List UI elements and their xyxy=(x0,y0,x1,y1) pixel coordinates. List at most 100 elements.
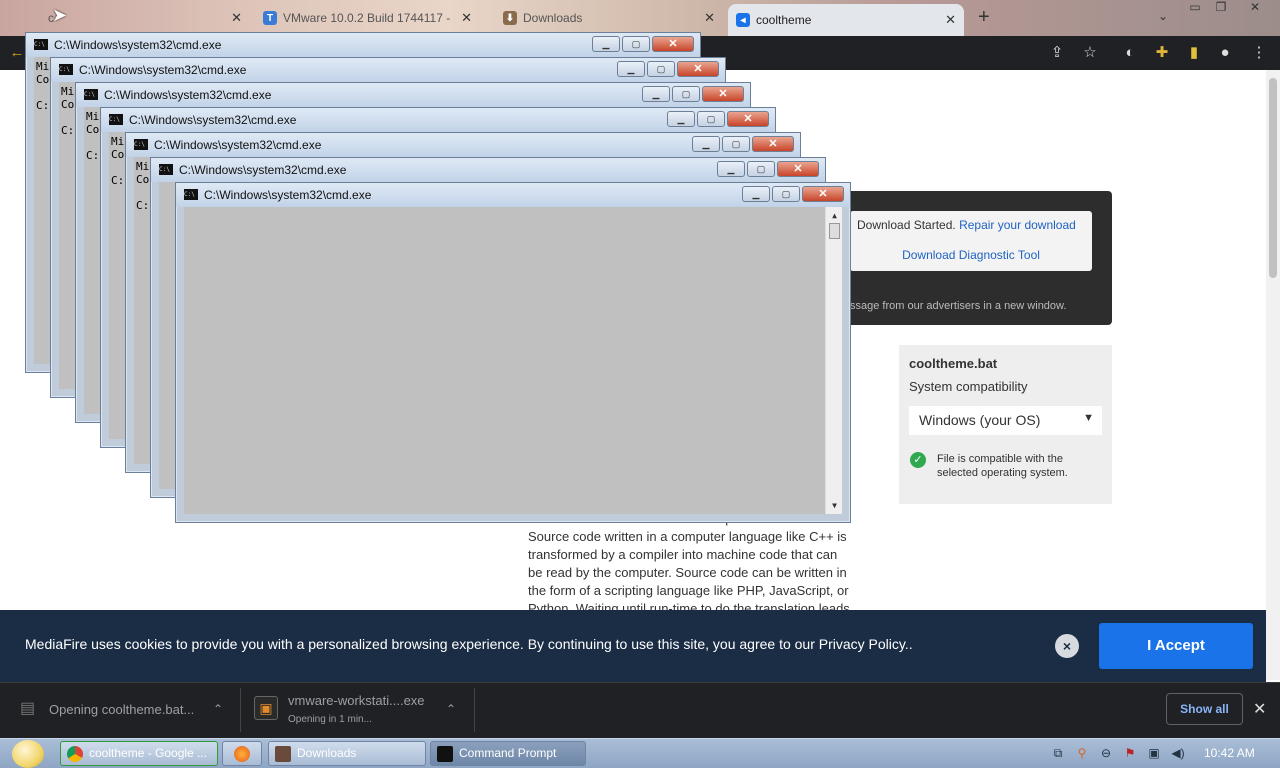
compat-message: File is compatible with the selected ope… xyxy=(937,453,1068,479)
cmd-title: C:\Windows\system32\cmd.exe xyxy=(129,113,297,127)
tab-downloads[interactable]: ⬇ Downloads ✕ xyxy=(495,4,723,32)
close-button[interactable]: ✕ xyxy=(777,161,819,177)
maximize-button[interactable]: ▢ xyxy=(647,61,675,77)
chrome-icon xyxy=(67,746,83,762)
start-orb-icon xyxy=(12,740,44,768)
close-window-icon[interactable]: ✕ xyxy=(1242,0,1268,18)
minimize-button[interactable]: ▁ xyxy=(592,36,620,52)
chevron-up-icon[interactable]: ⌃ xyxy=(213,702,223,716)
taskbar-item-firefox[interactable] xyxy=(222,741,262,766)
restore-window-icon[interactable]: ❐ xyxy=(1208,0,1234,18)
cmd-scrollbar[interactable]: ▲ ▼ xyxy=(825,207,842,514)
cookie-close-button[interactable]: × xyxy=(1055,634,1079,658)
share-icon[interactable]: ⇪ xyxy=(1046,43,1068,63)
tab-label: c xyxy=(48,11,54,25)
shelf-divider xyxy=(474,688,475,732)
close-button[interactable]: ✕ xyxy=(752,136,794,152)
taskbar-item-command-prompt[interactable]: Command Prompt xyxy=(430,741,586,766)
maximize-button[interactable]: ▢ xyxy=(722,136,750,152)
show-all-button[interactable]: Show all xyxy=(1166,693,1243,725)
os-select[interactable]: Windows (your OS) ▼ xyxy=(909,406,1102,435)
accept-cookies-button[interactable]: I Accept xyxy=(1099,623,1253,669)
cookie-text: MediaFire uses cookies to provide you wi… xyxy=(25,636,913,652)
close-tab-icon[interactable]: ✕ xyxy=(461,10,472,26)
minimize-button[interactable]: ▁ xyxy=(742,186,770,202)
minimize-button[interactable]: ▁ xyxy=(667,111,695,127)
repair-download-link[interactable]: Repair your download xyxy=(959,218,1076,232)
close-button[interactable]: ✕ xyxy=(652,36,694,52)
scroll-down-icon[interactable]: ▼ xyxy=(826,499,842,512)
close-tab-icon[interactable]: ✕ xyxy=(945,12,956,28)
tab-vmware[interactable]: T VMware 10.0.2 Build 1744117 - ✕ xyxy=(255,4,480,32)
avatar-icon[interactable]: ● xyxy=(1214,43,1236,63)
cmd-icon: C:\ xyxy=(134,139,148,150)
new-tab-button[interactable]: + xyxy=(978,6,990,29)
minimize-button[interactable]: ▁ xyxy=(617,61,645,77)
cmd-title: C:\Windows\system32\cmd.exe xyxy=(104,88,272,102)
taskbar-item-downloads[interactable]: Downloads xyxy=(268,741,426,766)
cmd-icon: C:\ xyxy=(184,189,198,200)
close-button[interactable]: ✕ xyxy=(727,111,769,127)
close-button[interactable]: ✕ xyxy=(702,86,744,102)
extensions-icon[interactable]: ✚ xyxy=(1151,43,1173,63)
article-line: be read by the computer. Source code can… xyxy=(528,565,847,580)
profile-flag-icon[interactable]: ◐ xyxy=(1119,43,1141,63)
cmd-window[interactable]: C:\ C:\Windows\system32\cmd.exe ▁ ▢ ✕ ▲ ▼ xyxy=(175,182,851,523)
compat-label: System compatibility xyxy=(909,379,1028,394)
volume-icon[interactable]: ◀) xyxy=(1170,745,1186,761)
sidebar-icon[interactable]: ▮ xyxy=(1183,43,1205,63)
tab-label: Downloads xyxy=(523,11,583,25)
close-button[interactable]: ✕ xyxy=(677,61,719,77)
scroll-up-icon[interactable]: ▲ xyxy=(826,209,842,222)
scroll-thumb[interactable] xyxy=(829,223,840,239)
cmd-icon: C:\ xyxy=(84,89,98,100)
star-icon[interactable]: ☆ xyxy=(1079,43,1101,63)
scrollbar-thumb[interactable] xyxy=(1269,78,1277,278)
article-line: the form of a scripting language like PH… xyxy=(528,583,849,598)
page-scrollbar[interactable] xyxy=(1266,70,1280,680)
maximize-button[interactable]: ▢ xyxy=(697,111,725,127)
close-tab-icon[interactable]: ✕ xyxy=(231,10,242,26)
chevron-up-icon[interactable]: ⌃ xyxy=(446,702,456,716)
taskbar-label: cooltheme - Google ... xyxy=(89,746,208,760)
download-item-vmware[interactable]: ▣ vmware-workstati....exe Opening in 1 m… xyxy=(252,690,472,730)
maximize-button[interactable]: ▢ xyxy=(747,161,775,177)
close-tab-icon[interactable]: ✕ xyxy=(704,10,715,26)
advertisers-note: ssage from our advertisers in a new wind… xyxy=(850,300,1067,312)
update-icon[interactable]: ⊖ xyxy=(1098,745,1114,761)
close-shelf-icon[interactable]: ✕ xyxy=(1253,699,1266,719)
action-center-icon[interactable]: ⧉ xyxy=(1050,745,1066,761)
flag-icon[interactable]: ⚑ xyxy=(1122,745,1138,761)
chevron-down-icon: ▼ xyxy=(1083,412,1094,424)
maximize-button[interactable]: ▢ xyxy=(672,86,700,102)
start-button[interactable] xyxy=(8,738,48,768)
network-icon[interactable]: ▣ xyxy=(1146,745,1162,761)
cmd-icon: C:\ xyxy=(34,39,48,50)
diagnostic-tool-link[interactable]: Download Diagnostic Tool xyxy=(850,248,1092,262)
minimize-window-icon[interactable]: ▭ xyxy=(1182,0,1208,18)
firefox-icon xyxy=(234,746,250,762)
download-item-cooltheme[interactable]: ▤ Opening cooltheme.bat... ⌃ xyxy=(14,690,234,730)
search-tray-icon[interactable]: ⚲ xyxy=(1074,745,1090,761)
article-line: transformed by a compiler into machine c… xyxy=(528,547,838,562)
taskbar-clock[interactable]: 10:42 AM xyxy=(1204,746,1255,760)
minimize-button[interactable]: ▁ xyxy=(642,86,670,102)
cmd-title: C:\Windows\system32\cmd.exe xyxy=(204,188,372,202)
minimize-button[interactable]: ▁ xyxy=(717,161,745,177)
cmd-title: C:\Windows\system32\cmd.exe xyxy=(54,38,222,52)
maximize-button[interactable]: ▢ xyxy=(772,186,800,202)
tab-cooltheme[interactable]: ◂ cooltheme ✕ xyxy=(728,4,964,36)
tab-search-icon[interactable]: ⌄ xyxy=(1150,9,1176,27)
menu-icon[interactable]: ⋮ xyxy=(1248,43,1270,63)
cmd-icon: C:\ xyxy=(159,164,173,175)
mediafire-favicon-icon: ◂ xyxy=(736,13,750,27)
maximize-button[interactable]: ▢ xyxy=(622,36,650,52)
tab-first[interactable]: c ✕ xyxy=(40,4,250,32)
cmd-console[interactable]: ▲ ▼ xyxy=(184,207,842,514)
close-button[interactable]: ✕ xyxy=(802,186,844,202)
cmd-taskbar-icon xyxy=(437,746,453,762)
taskbar-item-chrome[interactable]: cooltheme - Google ... xyxy=(60,741,218,766)
folder-icon xyxy=(275,746,291,762)
minimize-button[interactable]: ▁ xyxy=(692,136,720,152)
os-select-value: Windows (your OS) xyxy=(919,412,1041,428)
